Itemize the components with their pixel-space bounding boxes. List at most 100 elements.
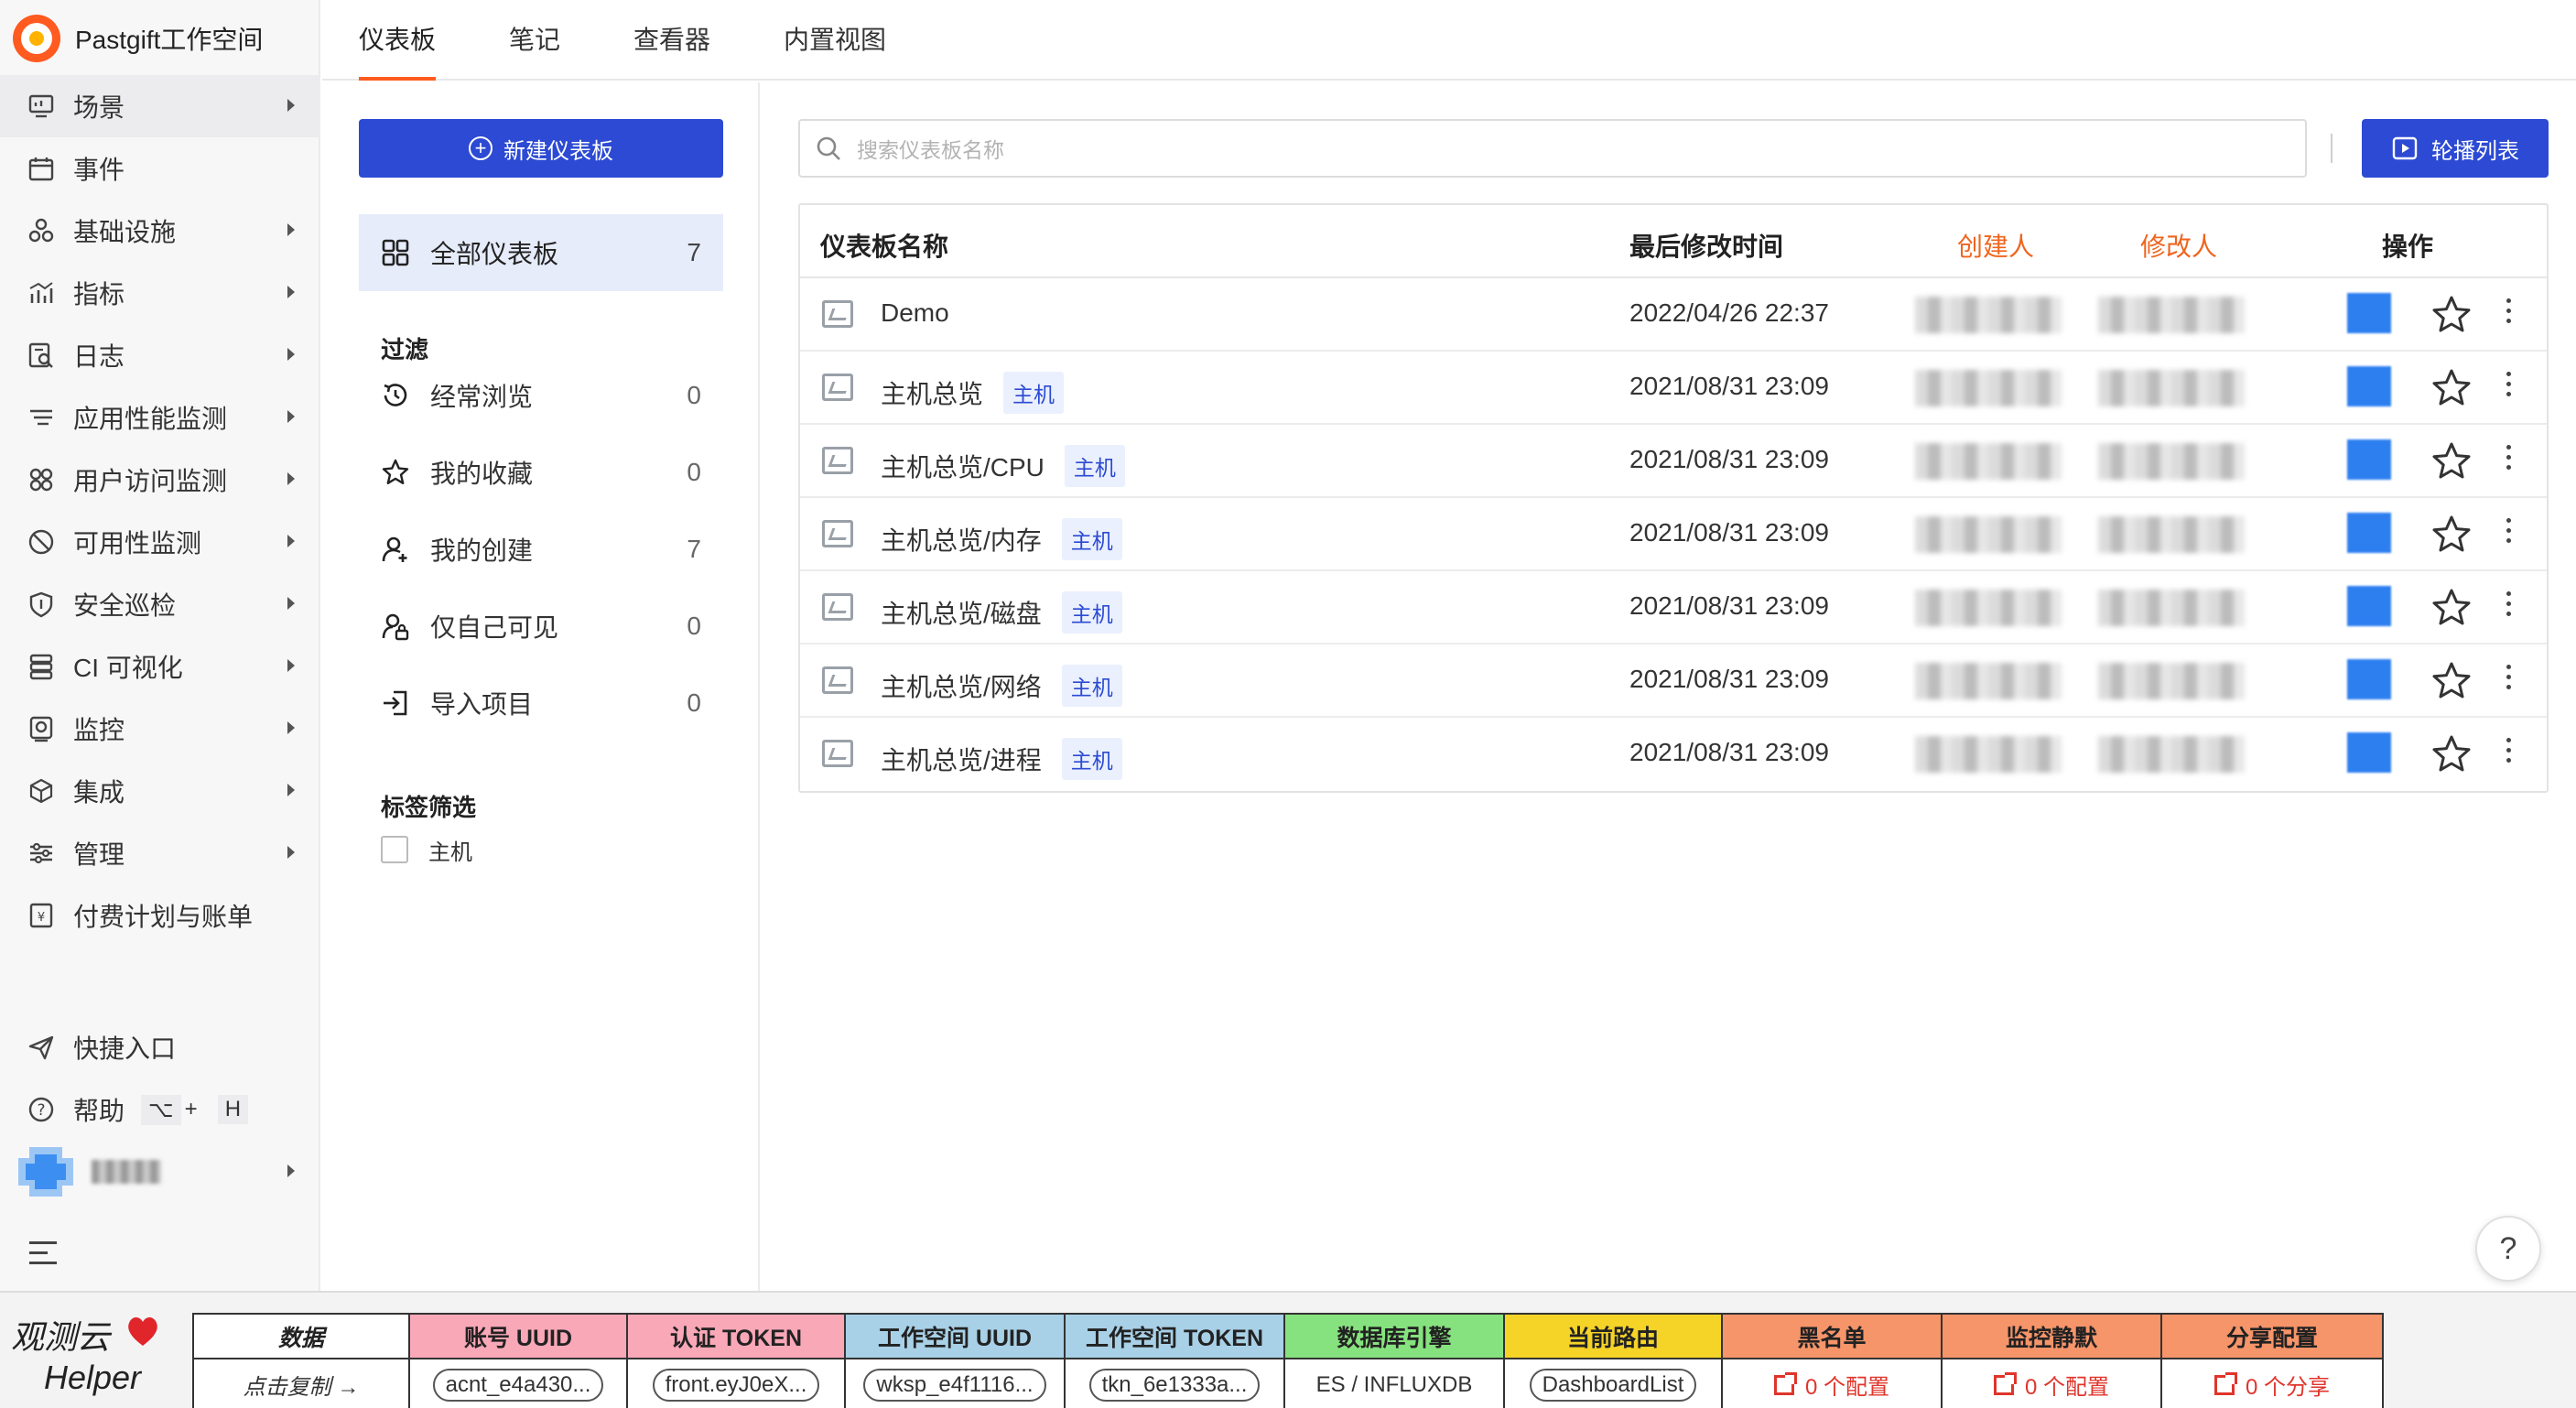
tag-checkbox[interactable] <box>381 836 408 863</box>
share-icon[interactable] <box>2347 293 2391 333</box>
sidebar-item-integration[interactable]: 集成 <box>0 760 320 822</box>
share-icon[interactable] <box>2347 439 2391 480</box>
dashboard-name[interactable]: 主机总览/内存 <box>881 521 1042 558</box>
favorite-star-icon[interactable] <box>2430 439 2473 483</box>
helper-column: 分享配置 0 个分享 <box>2162 1315 2382 1408</box>
dashboard-name-cell[interactable]: Demo <box>881 298 949 328</box>
sidebar-item-metrics[interactable]: 指标 <box>0 262 320 324</box>
dashboard-tag[interactable]: 主机 <box>1061 665 1122 707</box>
sidebar-item-logs[interactable]: 日志 <box>0 324 320 386</box>
collapse-sidebar-icon[interactable] <box>29 1238 60 1269</box>
sidebar-item-management[interactable]: 管理 <box>0 822 320 884</box>
user-account-entry[interactable] <box>0 1141 320 1203</box>
column-header-modifier[interactable]: 修改人 <box>2140 227 2217 264</box>
all-dashboards-item[interactable]: 全部仪表板 7 <box>359 214 723 291</box>
helper-config-link[interactable]: 0 个配置 <box>1993 1369 2109 1401</box>
favorite-star-icon[interactable] <box>2430 513 2473 557</box>
creator-blurred <box>1915 297 2062 333</box>
dashboard-tag[interactable]: 主机 <box>1061 591 1122 634</box>
helper-copy-pill[interactable]: acnt_e4a430... <box>432 1368 604 1402</box>
sidebar-item-events[interactable]: 事件 <box>0 137 320 200</box>
sidebar-item-availability[interactable]: 可用性监测 <box>0 511 320 573</box>
filter-item[interactable]: 我的创建 7 <box>381 511 723 588</box>
more-options-icon[interactable] <box>2505 518 2512 547</box>
more-options-icon[interactable] <box>2505 445 2512 474</box>
dashboard-name[interactable]: 主机总览 <box>881 374 983 411</box>
dashboard-name-cell[interactable]: 主机总览/进程 主机 <box>881 738 1122 780</box>
tab-notes[interactable]: 笔记 <box>509 20 560 79</box>
more-options-icon[interactable] <box>2505 591 2512 621</box>
share-icon[interactable] <box>2347 732 2391 773</box>
more-options-icon[interactable] <box>2505 738 2512 767</box>
workspace-brand[interactable]: Pastgift工作空间 <box>13 13 263 64</box>
carousel-list-button[interactable]: 轮播列表 <box>2362 119 2549 178</box>
dashboard-tag[interactable]: 主机 <box>1061 518 1122 560</box>
helper-config-link[interactable]: 0 个配置 <box>1773 1369 1889 1401</box>
chevron-right-icon <box>287 846 295 859</box>
dashboard-name-cell[interactable]: 主机总览/内存 主机 <box>881 518 1122 560</box>
new-dashboard-button[interactable]: + 新建仪表板 <box>359 119 723 178</box>
search-input[interactable]: 搜索仪表板名称 <box>857 133 1004 164</box>
dashboard-name-cell[interactable]: 主机总览/CPU 主机 <box>881 445 1125 487</box>
dashboard-name[interactable]: Demo <box>881 298 949 328</box>
sidebar-item-infrastructure[interactable]: 基础设施 <box>0 200 320 262</box>
dashboard-name-cell[interactable]: 主机总览/网络 主机 <box>881 665 1122 707</box>
dashboard-tag[interactable]: 主机 <box>1064 445 1125 487</box>
sidebar-item-monitor[interactable]: 监控 <box>0 698 320 760</box>
tab-dashboards[interactable]: 仪表板 <box>359 20 437 81</box>
dashboard-tag[interactable]: 主机 <box>1003 372 1065 414</box>
help-entry[interactable]: ? 帮助 ⌥ + H <box>0 1078 320 1141</box>
dashboard-search[interactable]: 搜索仪表板名称 <box>798 119 2307 178</box>
dashboard-name-cell[interactable]: 主机总览 主机 <box>881 372 1065 414</box>
tab-builtin-views[interactable]: 内置视图 <box>784 20 886 79</box>
sidebar-item-scene[interactable]: 场景 <box>0 75 320 137</box>
favorite-star-icon[interactable] <box>2430 366 2473 410</box>
table-row[interactable]: 主机总览 主机 2021/08/31 23:09 <box>800 352 2547 425</box>
sidebar-item-security[interactable]: 安全巡检 <box>0 573 320 635</box>
helper-column-body: acnt_e4a430... <box>410 1359 626 1408</box>
filter-item[interactable]: 导入项目 0 <box>381 665 723 742</box>
dashboard-tag[interactable]: 主机 <box>1061 738 1122 780</box>
table-row[interactable]: Demo 2022/04/26 22:37 <box>800 278 2547 352</box>
dashboard-name[interactable]: 主机总览/磁盘 <box>881 594 1042 631</box>
share-icon[interactable] <box>2347 513 2391 553</box>
table-row[interactable]: 主机总览/进程 主机 2021/08/31 23:09 <box>800 718 2547 791</box>
dashboard-name-cell[interactable]: 主机总览/磁盘 主机 <box>881 591 1122 634</box>
filter-item[interactable]: 仅自己可见 0 <box>381 588 723 665</box>
tab-explorer[interactable]: 查看器 <box>633 20 710 79</box>
sidebar-item-label: 用户访问监测 <box>73 467 228 495</box>
table-row[interactable]: 主机总览/网络 主机 2021/08/31 23:09 <box>800 644 2547 718</box>
more-options-icon[interactable] <box>2505 665 2512 694</box>
sidebar-item-billing[interactable]: ¥ 付费计划与账单 <box>0 884 320 947</box>
more-options-icon[interactable] <box>2505 298 2512 328</box>
table-row[interactable]: 主机总览/CPU 主机 2021/08/31 23:09 <box>800 425 2547 498</box>
helper-copy-pill[interactable]: tkn_6e1333a... <box>1088 1368 1261 1402</box>
sidebar-item-ci[interactable]: CI 可视化 <box>0 635 320 698</box>
dashboard-name[interactable]: 主机总览/进程 <box>881 741 1042 777</box>
tag-filter-host[interactable]: 主机 <box>381 820 723 879</box>
favorite-star-icon[interactable] <box>2430 586 2473 630</box>
dashboard-name[interactable]: 主机总览/网络 <box>881 667 1042 704</box>
sidebar-item-apm[interactable]: 应用性能监测 <box>0 386 320 449</box>
helper-config-link[interactable]: 0 个分享 <box>2213 1369 2330 1401</box>
table-row[interactable]: 主机总览/磁盘 主机 2021/08/31 23:09 <box>800 571 2547 644</box>
table-row[interactable]: 主机总览/内存 主机 2021/08/31 23:09 <box>800 498 2547 571</box>
dashboard-name[interactable]: 主机总览/CPU <box>881 448 1044 484</box>
more-options-icon[interactable] <box>2505 372 2512 401</box>
favorite-star-icon[interactable] <box>2430 293 2473 337</box>
favorite-star-icon[interactable] <box>2430 659 2473 703</box>
column-header-creator[interactable]: 创建人 <box>1957 227 2034 264</box>
shortcut-entry[interactable]: 快捷入口 <box>0 1016 320 1078</box>
svg-text:¥: ¥ <box>38 911 45 925</box>
filter-item[interactable]: 经常浏览 0 <box>381 357 723 434</box>
favorite-star-icon[interactable] <box>2430 732 2473 776</box>
share-icon[interactable] <box>2347 586 2391 626</box>
helper-copy-pill[interactable]: DashboardList <box>1529 1368 1697 1402</box>
floating-help-button[interactable]: ? <box>2475 1216 2541 1282</box>
filter-item[interactable]: 我的收藏 0 <box>381 434 723 511</box>
share-icon[interactable] <box>2347 659 2391 699</box>
helper-copy-pill[interactable]: front.eyJ0eX... <box>652 1368 820 1402</box>
helper-copy-pill[interactable]: wksp_e4f1116... <box>863 1368 1046 1402</box>
sidebar-item-rum[interactable]: 用户访问监测 <box>0 449 320 511</box>
share-icon[interactable] <box>2347 366 2391 406</box>
